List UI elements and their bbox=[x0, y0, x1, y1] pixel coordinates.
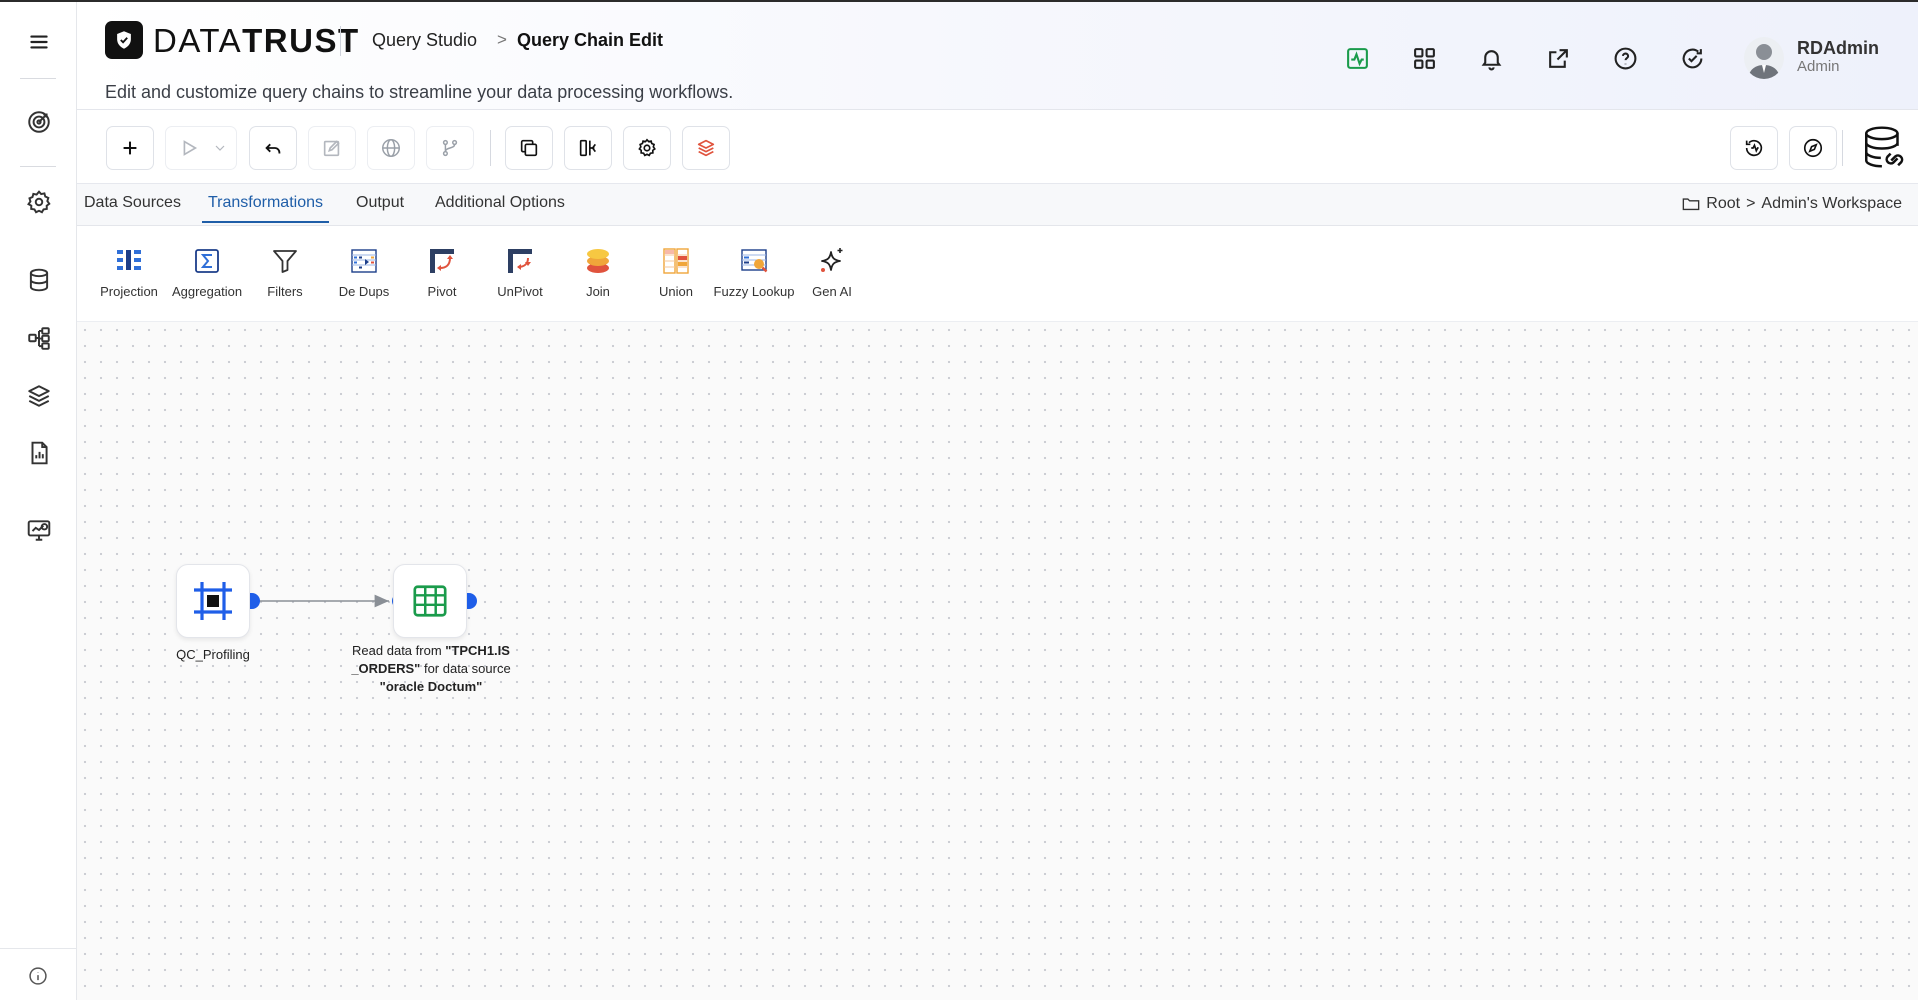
add-button[interactable] bbox=[106, 126, 154, 170]
source-label-table-cont: _ORDERS" bbox=[351, 661, 421, 676]
transformation-palette: Projection Aggregation Filters De Dups P… bbox=[77, 226, 1918, 322]
palette-label: Gen AI bbox=[812, 284, 852, 299]
toolbar-divider bbox=[1842, 130, 1843, 166]
palette-label: Union bbox=[659, 284, 693, 299]
union-icon bbox=[663, 248, 689, 274]
action-toolbar bbox=[77, 110, 1918, 184]
profiling-node[interactable] bbox=[176, 564, 250, 638]
unpivot-icon bbox=[508, 249, 532, 273]
user-role: Admin bbox=[1797, 58, 1840, 75]
tab-data-sources[interactable]: Data Sources bbox=[84, 194, 181, 221]
sigma-icon bbox=[195, 249, 219, 273]
palette-label: Projection bbox=[100, 284, 158, 299]
sidebar-divider bbox=[20, 78, 56, 79]
breadcrumb-query-studio[interactable]: Query Studio bbox=[372, 30, 477, 51]
user-name[interactable]: RDAdmin bbox=[1797, 38, 1879, 59]
tab-output[interactable]: Output bbox=[356, 194, 404, 221]
stack-button[interactable] bbox=[682, 126, 730, 170]
report-icon[interactable] bbox=[0, 433, 77, 473]
filter-icon bbox=[273, 250, 297, 273]
help-icon[interactable] bbox=[1609, 42, 1641, 74]
sidebar bbox=[0, 2, 77, 1000]
chevron-down-icon bbox=[215, 145, 225, 151]
refresh-check-icon[interactable] bbox=[1676, 42, 1708, 74]
source-table-node[interactable] bbox=[393, 564, 467, 638]
palette-label: Join bbox=[586, 284, 610, 299]
external-link-icon[interactable] bbox=[1542, 42, 1574, 74]
projection-icon bbox=[117, 250, 141, 270]
undo-button[interactable] bbox=[249, 126, 297, 170]
dedup-icon bbox=[351, 249, 377, 273]
brand-logo[interactable]: DATATRUST bbox=[153, 22, 360, 60]
page-title: Query Chain Edit bbox=[517, 30, 664, 50]
source-label-suffix: for data source bbox=[420, 661, 511, 676]
source-label-table: "TPCH1.IS bbox=[445, 643, 510, 658]
split-view-button[interactable] bbox=[564, 126, 612, 170]
edit-button[interactable] bbox=[308, 126, 356, 170]
run-button[interactable] bbox=[165, 126, 237, 170]
bell-icon[interactable] bbox=[1475, 42, 1507, 74]
table-icon bbox=[413, 585, 447, 617]
breadcrumb-separator: > bbox=[1746, 195, 1756, 212]
breadcrumb-workspace[interactable]: Admin's Workspace bbox=[1761, 195, 1902, 213]
breadcrumb-separator: > bbox=[497, 30, 507, 49]
header-divider bbox=[340, 26, 341, 56]
workspace-breadcrumb: Root > Admin's Workspace bbox=[1682, 195, 1902, 213]
copy-button[interactable] bbox=[505, 126, 553, 170]
join-icon bbox=[587, 249, 609, 273]
toolbar-divider bbox=[490, 130, 491, 166]
fuzzy-lookup-icon bbox=[741, 249, 768, 273]
settings-icon[interactable] bbox=[0, 182, 77, 222]
tab-transformations[interactable]: Transformations bbox=[202, 194, 329, 223]
palette-label: De Dups bbox=[338, 284, 390, 299]
menu-icon[interactable] bbox=[0, 22, 77, 62]
page-header: DATATRUST Query Studio > Query Chain Edi… bbox=[77, 2, 1918, 110]
avatar[interactable] bbox=[1744, 37, 1784, 79]
source-node-label: Read data from "TPCH1.IS _ORDERS" for da… bbox=[347, 642, 515, 696]
page-subtitle: Edit and customize query chains to strea… bbox=[105, 82, 734, 102]
workflow-icon[interactable] bbox=[0, 318, 77, 358]
breadcrumb-root[interactable]: Root bbox=[1706, 195, 1740, 213]
brand-logo-bold: TRUST bbox=[242, 22, 360, 59]
settings-button[interactable] bbox=[623, 126, 671, 170]
activity-icon[interactable] bbox=[1341, 42, 1373, 74]
layers-icon[interactable] bbox=[0, 376, 77, 416]
apps-grid-icon[interactable] bbox=[1408, 42, 1440, 74]
palette-gen-ai[interactable]: Gen AI bbox=[784, 246, 880, 299]
palette-label: Filters bbox=[267, 284, 303, 299]
source-label-datasource: "oracle Doctum" bbox=[379, 679, 483, 694]
target-icon[interactable] bbox=[0, 102, 77, 142]
palette-label: Aggregation bbox=[171, 284, 243, 299]
tab-bar: Data Sources Transformations Output Addi… bbox=[77, 184, 1918, 226]
folder-icon bbox=[1682, 198, 1700, 211]
history-button[interactable] bbox=[1730, 126, 1778, 170]
monitor-icon[interactable] bbox=[0, 510, 77, 550]
profiling-node-label: QC_Profiling bbox=[176, 647, 250, 662]
sparkle-icon bbox=[821, 248, 843, 272]
source-label-prefix: Read data from bbox=[352, 643, 446, 658]
palette-label: Fuzzy Lookup bbox=[713, 284, 795, 299]
brand-logo-light: DATA bbox=[153, 22, 243, 59]
tab-additional-options[interactable]: Additional Options bbox=[435, 194, 565, 221]
profiling-frame-icon bbox=[194, 582, 232, 620]
sidebar-footer-divider bbox=[0, 948, 77, 949]
sidebar-divider bbox=[20, 166, 56, 167]
palette-label: UnPivot bbox=[497, 284, 543, 299]
database-icon[interactable] bbox=[0, 260, 77, 300]
shield-logo-icon bbox=[105, 21, 143, 59]
database-link-icon[interactable] bbox=[1857, 120, 1913, 176]
palette-label: Pivot bbox=[427, 284, 457, 299]
flow-canvas[interactable]: QC_Profiling Read data from "TPCH1.IS _O… bbox=[77, 322, 1918, 1000]
compass-button[interactable] bbox=[1789, 126, 1837, 170]
pivot-icon bbox=[430, 249, 454, 273]
globe-button[interactable] bbox=[367, 126, 415, 170]
info-icon[interactable] bbox=[26, 964, 50, 988]
branch-button[interactable] bbox=[426, 126, 474, 170]
